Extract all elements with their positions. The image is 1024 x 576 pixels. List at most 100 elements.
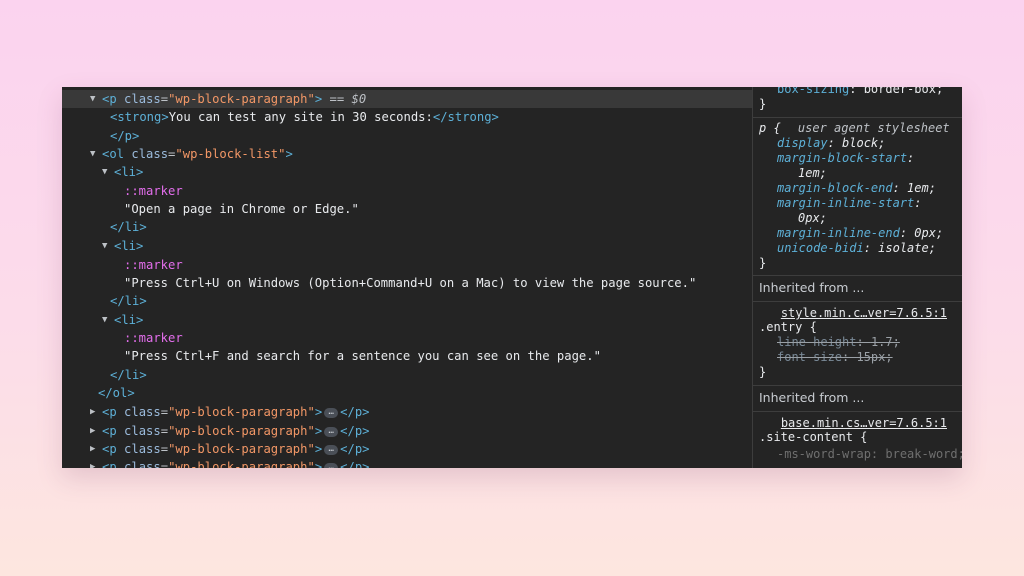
dom-node-li[interactable]: ▼ <li> bbox=[62, 237, 752, 255]
attr-value: "wp-block-list" bbox=[175, 147, 286, 161]
dom-node-li-close[interactable]: </li> bbox=[62, 366, 752, 384]
css-declaration[interactable]: display: block; bbox=[753, 136, 962, 151]
rule-close-brace: } bbox=[759, 365, 767, 379]
dom-node-li[interactable]: ▼ <li> bbox=[62, 163, 752, 181]
text-node: You can test any site in 30 seconds: bbox=[168, 110, 433, 124]
pseudo-element: ::marker bbox=[124, 331, 183, 345]
rule-close-brace: } bbox=[759, 97, 767, 111]
dom-node-marker[interactable]: ::marker bbox=[62, 182, 752, 200]
attr-value: "wp-block-paragraph" bbox=[168, 424, 315, 438]
tag-name: <p bbox=[102, 460, 117, 468]
equals-sign: == bbox=[329, 92, 345, 106]
expand-triangle-icon[interactable]: ▼ bbox=[102, 163, 112, 181]
css-declaration-inactive[interactable]: -ms-word-wrap: break-word; bbox=[753, 447, 962, 462]
css-property-name: line-height bbox=[777, 335, 857, 349]
css-property-value-wrapped: 0px; bbox=[753, 211, 962, 226]
rule-divider bbox=[753, 385, 962, 386]
tag-close: </li> bbox=[110, 294, 147, 308]
tag-close: > bbox=[314, 424, 323, 438]
dom-node-strong[interactable]: <strong>You can test any site in 30 seco… bbox=[62, 108, 752, 126]
tag-open: <li> bbox=[114, 313, 144, 327]
tag-close: > bbox=[314, 92, 323, 106]
tag-close: > bbox=[314, 460, 323, 468]
css-declaration[interactable]: margin-block-end: 1em; bbox=[753, 181, 962, 196]
console-ref: $0 bbox=[351, 92, 367, 106]
rule-divider bbox=[753, 275, 962, 276]
tag-name: <p bbox=[102, 442, 117, 456]
tag-close: </ol> bbox=[98, 386, 135, 400]
tag-close: > bbox=[314, 442, 323, 456]
ua-rule-header: p { user agent stylesheet bbox=[753, 121, 962, 136]
css-property-name: unicode-bidi bbox=[777, 241, 864, 255]
stylesheet-source-link[interactable]: style.min.c…ver=7.6.5:1 bbox=[781, 306, 947, 321]
css-property-value: 1.7; bbox=[870, 335, 900, 349]
stylesheet-source-link[interactable]: base.min.cs…ver=7.6.5:1 bbox=[781, 416, 947, 431]
dom-node-collapsed-p[interactable]: ▶ <p class="wp-block-paragraph">… </p> bbox=[62, 440, 752, 458]
tag-close: </p> bbox=[110, 129, 140, 143]
tag-close: </li> bbox=[110, 220, 147, 234]
dom-text-node[interactable]: "Press Ctrl+F and search for a sentence … bbox=[62, 347, 752, 365]
collapse-triangle-icon[interactable]: ▶ bbox=[90, 422, 100, 440]
css-declaration[interactable]: unicode-bidi: isolate; bbox=[753, 241, 962, 256]
inherited-from-header: Inherited from ... bbox=[759, 280, 865, 295]
dom-text-node[interactable]: "Open a page in Chrome or Edge." bbox=[62, 200, 752, 218]
attr-name: class bbox=[124, 460, 161, 468]
dom-node-marker[interactable]: ::marker bbox=[62, 256, 752, 274]
rule-divider bbox=[753, 117, 962, 118]
dom-node-collapsed-p[interactable]: ▶ <p class="wp-block-paragraph">… </p> bbox=[62, 458, 752, 468]
css-property-value-wrapped: 1em; bbox=[753, 166, 962, 181]
css-declaration[interactable]: box-sizing: border-box; bbox=[753, 87, 962, 97]
dom-node-selected-p[interactable]: ▼ <p class="wp-block-paragraph"> == $0 bbox=[62, 90, 752, 108]
dom-node-li[interactable]: ▼ <li> bbox=[62, 311, 752, 329]
tag-name: <p bbox=[102, 92, 117, 106]
css-property-value: break-word; bbox=[885, 447, 962, 461]
ellipsis-icon[interactable]: … bbox=[324, 444, 339, 455]
css-property-name: margin-block-start bbox=[777, 151, 908, 165]
tag-name: <ol bbox=[102, 147, 125, 161]
expand-triangle-icon[interactable]: ▼ bbox=[102, 237, 112, 255]
collapse-triangle-icon[interactable]: ▶ bbox=[90, 440, 100, 458]
text-node: "Press Ctrl+F and search for a sentence … bbox=[124, 349, 601, 363]
tag-name: <p bbox=[102, 405, 117, 419]
dom-node-marker[interactable]: ::marker bbox=[62, 329, 752, 347]
text-node: "Open a page in Chrome or Edge." bbox=[124, 202, 359, 216]
css-property-name: font-size bbox=[777, 350, 843, 364]
tag-name: <p bbox=[102, 424, 117, 438]
ellipsis-icon[interactable]: … bbox=[324, 407, 339, 418]
css-declaration-overridden[interactable]: font-size: 15px; bbox=[753, 350, 962, 365]
rule-divider bbox=[753, 301, 962, 302]
css-declaration-overridden[interactable]: line-height: 1.7; bbox=[753, 335, 962, 350]
ellipsis-icon[interactable]: … bbox=[324, 426, 339, 437]
css-property-name: display bbox=[777, 136, 828, 150]
css-declaration[interactable]: margin-inline-end: 0px; bbox=[753, 226, 962, 241]
css-declaration[interactable]: margin-block-start: bbox=[753, 151, 962, 166]
attr-value: "wp-block-paragraph" bbox=[168, 405, 315, 419]
tag-close: </p> bbox=[340, 424, 370, 438]
dom-node-collapsed-p[interactable]: ▶ <p class="wp-block-paragraph">… </p> bbox=[62, 422, 752, 440]
collapse-triangle-icon[interactable]: ▶ bbox=[90, 458, 100, 468]
dom-node-p-close[interactable]: </p> bbox=[62, 127, 752, 145]
dom-node-li-close[interactable]: </li> bbox=[62, 292, 752, 310]
expand-triangle-icon[interactable]: ▼ bbox=[102, 311, 112, 329]
css-declaration[interactable]: margin-inline-start: bbox=[753, 196, 962, 211]
css-property-value: isolate; bbox=[878, 241, 936, 255]
dom-node-li-close[interactable]: </li> bbox=[62, 218, 752, 236]
collapse-triangle-icon[interactable]: ▶ bbox=[90, 403, 100, 421]
tag-open: <strong> bbox=[110, 110, 169, 124]
attr-name: class bbox=[124, 92, 161, 106]
expand-triangle-icon[interactable]: ▼ bbox=[90, 90, 100, 108]
attr-name: class bbox=[124, 424, 161, 438]
css-property-name: margin-block-end bbox=[777, 181, 893, 195]
dom-node-collapsed-p[interactable]: ▶ <p class="wp-block-paragraph">… </p> bbox=[62, 403, 752, 421]
expand-triangle-icon[interactable]: ▼ bbox=[90, 145, 100, 163]
css-property-value: block; bbox=[842, 136, 886, 150]
tag-close: > bbox=[314, 405, 323, 419]
inherited-from-header: Inherited from ... bbox=[759, 390, 865, 405]
dom-node-ol-close[interactable]: </ol> bbox=[62, 384, 752, 402]
tag-close: </strong> bbox=[432, 110, 499, 124]
dom-text-node[interactable]: "Press Ctrl+U on Windows (Option+Command… bbox=[62, 274, 752, 292]
ellipsis-icon[interactable]: … bbox=[324, 462, 339, 468]
dom-node-ol[interactable]: ▼ <ol class="wp-block-list"> bbox=[62, 145, 752, 163]
attr-value: "wp-block-paragraph" bbox=[168, 92, 315, 106]
tag-close: > bbox=[285, 147, 293, 161]
